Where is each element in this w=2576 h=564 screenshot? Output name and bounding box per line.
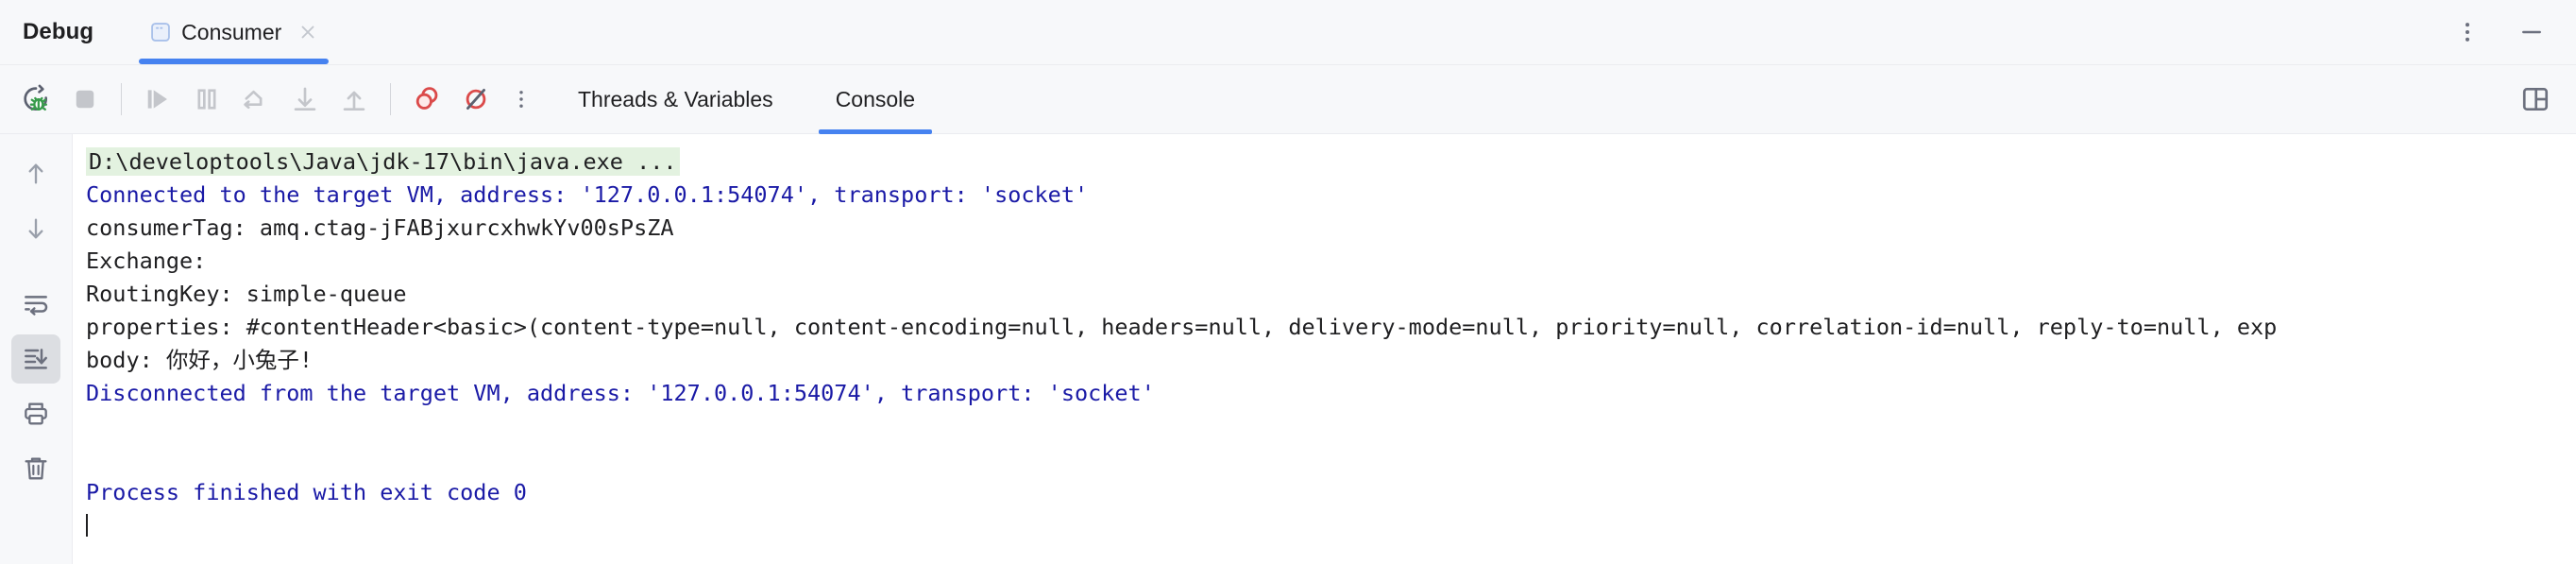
stop-button[interactable] xyxy=(65,79,105,119)
minimize-icon[interactable] xyxy=(2516,16,2548,48)
console-line: properties: #contentHeader<basic>(conten… xyxy=(86,314,2278,340)
debug-actions-group xyxy=(0,65,538,133)
console-output[interactable]: D:\developtools\Java\jdk-17\bin\java.exe… xyxy=(73,134,2576,564)
debug-view-tabs: Threads & Variables Console xyxy=(561,65,933,134)
print-button[interactable] xyxy=(11,389,60,438)
java-class-icon xyxy=(150,22,171,43)
tab-consumer-label: Consumer xyxy=(181,19,282,44)
trash-icon[interactable] xyxy=(11,444,60,493)
rerun-debug-button[interactable] xyxy=(16,79,56,119)
step-out-button[interactable] xyxy=(334,79,374,119)
layout-settings-icon[interactable] xyxy=(2519,83,2551,115)
console-body: D:\developtools\Java\jdk-17\bin\java.exe… xyxy=(0,134,2576,564)
tab-threads-and-variables[interactable]: Threads & Variables xyxy=(561,65,790,133)
pause-program-button[interactable] xyxy=(187,79,227,119)
titlebar-left-group: Debug Consumer xyxy=(0,0,334,64)
mute-breakpoints-button[interactable] xyxy=(456,79,496,119)
console-line: Disconnected from the target VM, address… xyxy=(86,380,1155,406)
step-into-button[interactable] xyxy=(285,79,325,119)
console-line: consumerTag: amq.ctag-jFABjxurcxhwkYv00s… xyxy=(86,214,674,241)
tab-console-label: Console xyxy=(835,86,916,111)
step-over-button[interactable] xyxy=(236,79,276,119)
scroll-up-button[interactable] xyxy=(11,149,60,198)
tab-threads-and-variables-label: Threads & Variables xyxy=(578,86,773,111)
tab-consumer[interactable]: Consumer xyxy=(133,0,334,64)
toolbar-separator xyxy=(121,83,122,115)
debug-toolbar: Threads & Variables Console xyxy=(0,65,2576,134)
toolbar-separator-2 xyxy=(390,83,391,115)
resume-program-button[interactable] xyxy=(138,79,178,119)
console-line-text: D:\developtools\Java\jdk-17\bin\java.exe… xyxy=(86,147,680,176)
vertical-dots-icon[interactable] xyxy=(2451,16,2483,48)
console-gutter-toolbar xyxy=(0,134,73,564)
scroll-to-end-button[interactable] xyxy=(11,334,60,384)
scroll-down-button[interactable] xyxy=(11,204,60,253)
console-line: Exchange: xyxy=(86,248,207,274)
debug-tool-window: Debug Consumer Threads & Variables Conso… xyxy=(0,0,2576,564)
console-line: Connected to the target VM, address: '12… xyxy=(86,181,1089,208)
toolbar-right-group xyxy=(2519,65,2576,133)
tab-active-indicator xyxy=(139,59,330,64)
view-breakpoints-button[interactable] xyxy=(407,79,447,119)
console-line: body: 你好，小兔子! xyxy=(86,347,314,373)
console-line: Process finished with exit code 0 xyxy=(86,479,527,505)
console-line: D:\developtools\Java\jdk-17\bin\java.exe… xyxy=(86,145,2576,179)
close-icon[interactable] xyxy=(298,23,317,42)
toolbar-more-icon[interactable] xyxy=(504,79,538,119)
console-line: RoutingKey: simple-queue xyxy=(86,281,407,307)
debug-titlebar: Debug Consumer xyxy=(0,0,2576,65)
titlebar-right-group xyxy=(2451,0,2576,64)
console-caret-line xyxy=(86,509,2576,542)
page-title: Debug xyxy=(23,19,94,44)
text-caret xyxy=(86,514,88,537)
tab-console[interactable]: Console xyxy=(818,65,933,134)
soft-wrap-button[interactable] xyxy=(11,280,60,329)
